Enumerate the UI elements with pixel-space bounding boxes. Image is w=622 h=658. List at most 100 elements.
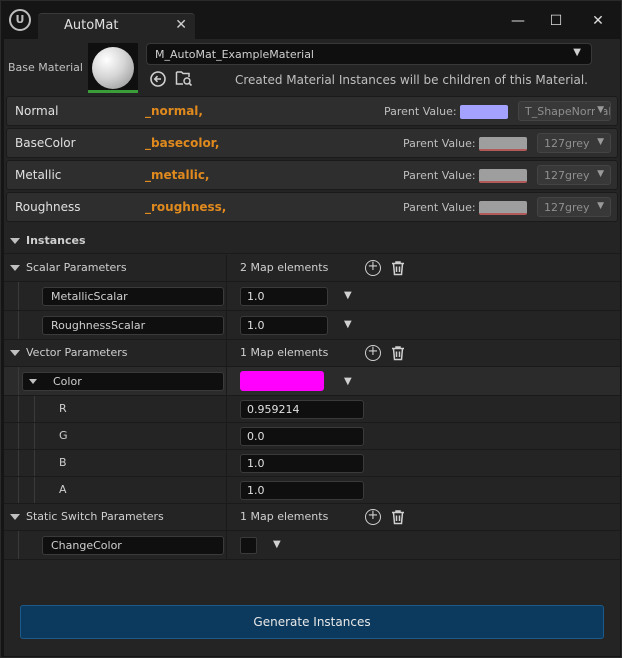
base-material-combo[interactable]: M_AutoMat_ExampleMaterial ▼ [146,43,592,65]
tree-guide [34,450,35,476]
parent-value-swatch[interactable] [479,137,527,151]
column-divider [226,282,227,311]
chevron-down-icon[interactable]: ▼ [344,376,352,387]
parent-value-label: Parent Value: [403,169,476,182]
tree-guide [18,367,19,395]
scalar-map-count: 2 Map elements [240,261,329,274]
content-panel: Base Material M_AutoMat_ExampleMaterial … [4,39,620,656]
component-value-field[interactable]: 0.0 [240,427,364,446]
texture-name: 127grey [544,169,590,182]
vector-component-row: B 1.0 [4,450,620,477]
tree-guide [18,531,19,559]
base-material-label: Base Material [8,61,83,74]
component-label: G [59,429,68,442]
instances-section-header[interactable]: Instances [4,228,620,254]
base-material-value: M_AutoMat_ExampleMaterial [155,48,314,61]
chevron-down-icon[interactable]: ▼ [344,319,352,330]
vector-parameters-row: Vector Parameters 1 Map elements + [4,340,620,367]
tree-guide [34,477,35,503]
parent-value-label: Parent Value: [403,137,476,150]
scalar-parameters-label: Scalar Parameters [26,261,127,274]
static-switch-item-row: ChangeColor ▼ [4,531,620,560]
scalar-key-field[interactable]: RoughnessScalar [42,316,224,335]
channel-name: BaseColor [15,136,76,150]
static-switch-parameters-row: Static Switch Parameters 1 Map elements … [4,504,620,531]
chevron-down-icon[interactable]: ▼ [273,539,281,550]
channel-row-roughness: Roughness _roughness, Parent Value: 127g… [6,192,618,222]
component-value-text: 0.959214 [247,403,300,416]
trash-icon[interactable] [390,345,406,361]
channel-row-metallic: Metallic _metallic, Parent Value: 127gre… [6,160,618,190]
base-material-hint: Created Material Instances will be child… [234,73,588,87]
close-window-button[interactable]: ✕ [586,9,610,33]
channel-suffix[interactable]: _metallic, [145,168,210,182]
parent-value-swatch[interactable] [479,201,527,215]
scalar-value-field[interactable]: 1.0 [240,287,328,306]
material-thumbnail[interactable] [88,43,138,93]
texture-combo[interactable]: T_ShapeNormal ▼ [518,101,611,121]
vector-key-text: Color [53,375,82,388]
scalar-key-field[interactable]: MetallicScalar [42,287,224,306]
static-switch-map-count: 1 Map elements [240,510,329,523]
add-element-icon[interactable]: + [365,345,381,361]
parent-value-swatch[interactable] [479,169,527,183]
expand-triangle-icon[interactable] [10,265,20,271]
texture-combo[interactable]: 127grey ▼ [537,197,611,217]
chevron-down-icon: ▼ [595,169,604,179]
instances-title: Instances [26,234,86,247]
component-value-field[interactable]: 1.0 [240,454,364,473]
vector-map-count: 1 Map elements [240,346,329,359]
tab-close-icon[interactable]: ✕ [175,17,187,33]
column-divider [226,423,227,450]
chevron-down-icon[interactable]: ▼ [344,290,352,301]
channel-suffix[interactable]: _basecolor, [145,136,219,150]
component-label: A [59,483,67,496]
minimize-button[interactable]: — [506,9,530,33]
texture-combo[interactable]: 127grey ▼ [537,165,611,185]
chevron-down-icon: ▼ [595,137,604,147]
scalar-value-field[interactable]: 1.0 [240,316,328,335]
vector-item-row: Color ▼ [4,367,620,396]
channel-row-basecolor: BaseColor _basecolor, Parent Value: 127g… [6,128,618,158]
texture-combo[interactable]: 127grey ▼ [537,133,611,153]
unreal-logo-icon: U [9,9,31,31]
static-switch-key-field[interactable]: ChangeColor [42,536,224,555]
channel-name: Roughness [15,200,81,214]
channel-suffix[interactable]: _roughness, [145,200,226,214]
channel-name: Normal [15,104,59,118]
component-value-text: 1.0 [247,457,265,470]
scalar-value-text: 1.0 [247,290,265,303]
tab-automat[interactable]: AutoMat ✕ [38,13,195,39]
expand-triangle-icon[interactable] [10,238,20,244]
generate-instances-button[interactable]: Generate Instances [20,605,604,639]
component-value-field[interactable]: 0.959214 [240,400,364,419]
expand-triangle-icon[interactable] [10,514,20,520]
column-divider [226,477,227,504]
channel-name: Metallic [15,168,62,182]
use-selected-asset-icon[interactable] [149,70,167,88]
add-element-icon[interactable]: + [365,509,381,525]
trash-icon[interactable] [390,260,406,276]
browse-asset-icon[interactable] [175,69,193,87]
component-label: R [59,402,67,415]
add-element-icon[interactable]: + [365,260,381,276]
expand-triangle-icon[interactable] [10,350,20,356]
maximize-button[interactable]: ☐ [544,9,568,33]
channel-suffix[interactable]: _normal, [145,104,203,118]
column-divider [226,311,227,340]
parent-value-swatch[interactable] [460,105,508,119]
vector-key-field[interactable]: Color [22,372,224,391]
vector-component-row: R 0.959214 [4,396,620,423]
channel-row-normal: Normal _normal, Parent Value: T_ShapeNor… [6,96,618,126]
color-swatch-button[interactable] [240,371,324,391]
component-value-field[interactable]: 1.0 [240,481,364,500]
parent-value-label: Parent Value: [384,105,457,118]
material-sphere-preview [92,47,134,89]
scalar-value-text: 1.0 [247,319,265,332]
column-divider [226,504,227,531]
trash-icon[interactable] [390,509,406,525]
tree-guide [18,396,19,422]
static-switch-checkbox[interactable] [240,537,257,554]
texture-name: 127grey [544,201,590,214]
expand-triangle-icon[interactable] [29,379,37,384]
